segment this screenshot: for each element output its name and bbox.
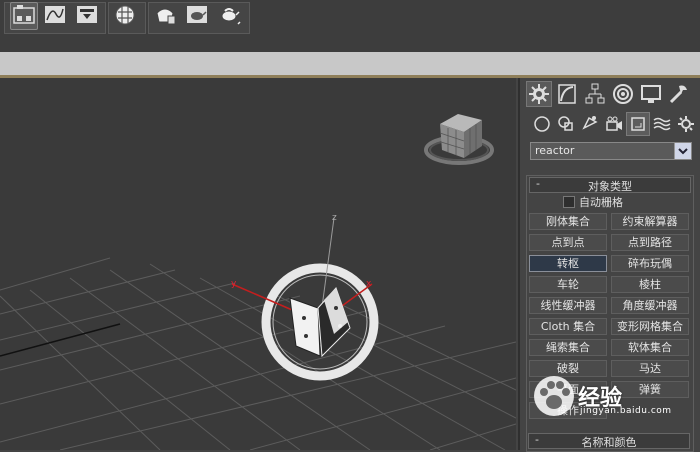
name-color-title: 名称和颜色 — [581, 436, 637, 449]
object-type-button[interactable]: 棱柱 — [611, 276, 689, 293]
object-type-title: 对象类型 — [588, 180, 632, 193]
material-editor-icon[interactable] — [112, 2, 138, 28]
grid-axis-dark — [0, 323, 121, 357]
object-type-button[interactable]: 转枢 — [529, 255, 607, 272]
object-type-button[interactable]: Cloth 集合 — [529, 318, 607, 335]
helpers-subtab-icon[interactable] — [626, 112, 650, 136]
transform-gizmo-icon — [231, 217, 379, 381]
hierarchy-tab-icon[interactable] — [582, 81, 608, 107]
main-toolbar — [0, 0, 700, 37]
display-tab-icon[interactable] — [638, 81, 664, 107]
axis-z-label: z — [332, 213, 337, 223]
object-type-button[interactable]: 线性缓冲器 — [529, 297, 607, 314]
baidu-watermark: 经验 jingyan.baidu.com — [532, 372, 698, 422]
viewport-grid — [0, 257, 516, 450]
systems-subtab-icon[interactable] — [674, 112, 698, 136]
command-panel-tabs — [524, 80, 700, 107]
create-tab-icon[interactable] — [526, 81, 552, 107]
paw-logo-icon — [534, 376, 574, 416]
motion-tab-icon[interactable] — [610, 81, 636, 107]
space-warps-subtab-icon[interactable] — [650, 112, 674, 136]
geometry-subtab-icon[interactable] — [530, 112, 554, 136]
category-dropdown[interactable]: reactor — [530, 142, 692, 160]
cameras-subtab-icon[interactable] — [602, 112, 626, 136]
category-dropdown-value: reactor — [535, 144, 575, 157]
object-type-button[interactable]: 车轮 — [529, 276, 607, 293]
toolbar-spacer — [0, 36, 700, 52]
autogrid-label: 自动栅格 — [579, 196, 623, 209]
curve-editor-icon[interactable] — [42, 2, 68, 28]
object-type-rollout-header[interactable]: - 对象类型 — [529, 177, 691, 193]
teapot-render-icon[interactable] — [184, 2, 210, 28]
shapes-subtab-icon[interactable] — [554, 112, 578, 136]
render-frame-icon[interactable] — [152, 2, 178, 28]
name-color-rollout: - 名称和颜色 — [526, 432, 692, 450]
lights-subtab-icon[interactable] — [578, 112, 602, 136]
render-setup-icon[interactable] — [74, 2, 100, 28]
chevron-down-icon[interactable] — [674, 143, 691, 159]
object-type-button[interactable]: 变形网格集合 — [611, 318, 689, 335]
object-type-button[interactable]: 点到点 — [529, 234, 607, 251]
teapot-quick-render-icon[interactable] — [216, 2, 242, 28]
object-type-button[interactable]: 软体集合 — [611, 339, 689, 356]
object-type-button[interactable]: 刚体集合 — [529, 213, 607, 230]
ribbon-band — [0, 52, 700, 75]
utilities-tab-icon[interactable] — [666, 81, 692, 107]
viewcube-icon — [424, 114, 494, 165]
watermark-url: jingyan.baidu.com — [580, 406, 672, 416]
object-type-button[interactable]: 绳索集合 — [529, 339, 607, 356]
name-color-rollout-header[interactable]: - 名称和颜色 — [528, 433, 690, 449]
viewport-scene: y x z — [0, 114, 516, 450]
perspective-viewport[interactable]: y x z — [0, 78, 516, 450]
object-type-button[interactable]: 约束解算器 — [611, 213, 689, 230]
object-type-button[interactable]: 角度缓冲器 — [611, 297, 689, 314]
object-type-button[interactable]: 碎布玩偶 — [611, 255, 689, 272]
axis-x-label: x — [366, 279, 372, 289]
modify-tab-icon[interactable] — [554, 81, 580, 107]
autogrid-checkbox[interactable] — [563, 196, 575, 208]
schematic-view-icon[interactable] — [10, 2, 38, 30]
hinge-object — [289, 287, 351, 358]
object-type-button[interactable]: 点到路径 — [611, 234, 689, 251]
create-subtabs — [528, 112, 700, 136]
axis-y-label: y — [231, 279, 237, 289]
